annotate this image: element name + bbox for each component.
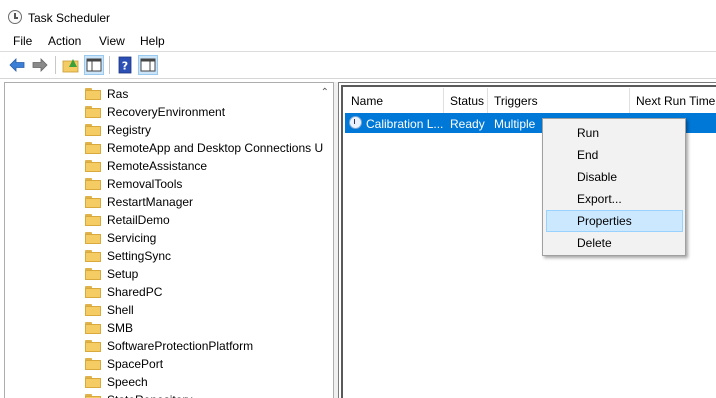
tree-item-folder[interactable]: RestartManager [85,193,325,211]
tree-item-label: RetailDemo [107,213,170,227]
window-title: Task Scheduler [28,11,111,25]
folder-icon [85,394,101,398]
folder-icon [85,232,101,244]
menu-bar: File Action View Help [0,30,716,52]
menu-view[interactable]: View [99,34,125,48]
task-status: Ready [450,117,485,131]
tree-item-folder[interactable]: Ras [85,85,325,103]
tree-item-label: Shell [107,303,134,317]
tree-item-folder[interactable]: SoftwareProtectionPlatform [85,337,325,355]
title-bar: Task Scheduler [0,0,716,30]
column-label: Name [351,94,384,108]
column-header-name[interactable]: Name [345,88,444,113]
task-name: Calibration L... [366,117,444,131]
toolbar-separator [109,56,110,74]
tree-item-folder[interactable]: RemovalTools [85,175,325,193]
tree-item-label: SharedPC [107,285,163,299]
folder-icon [85,106,101,118]
tree-item-label: Setup [107,267,139,281]
folder-icon [85,286,101,298]
column-header-next-run-time[interactable]: Next Run Time [630,88,716,113]
tree-item-folder[interactable]: Registry [85,121,325,139]
menu-item-label: Export... [577,192,622,206]
forward-arrow-icon[interactable] [30,55,50,75]
folder-icon [85,196,101,208]
menu-item-label: Disable [577,170,618,184]
menu-item-label: Properties [577,214,632,228]
tree-item-folder[interactable]: StateRepository [85,391,325,398]
tree-item-label: RemoteApp and Desktop Connections U [107,141,324,155]
svg-text:?: ? [122,60,128,73]
tree-item-label: RemovalTools [107,177,183,191]
tree-item-label: SoftwareProtectionPlatform [107,339,254,353]
tree-item-label: Servicing [107,231,157,245]
tree-item-folder[interactable]: SpacePort [85,355,325,373]
tree-item-folder[interactable]: RetailDemo [85,211,325,229]
menu-file[interactable]: File [13,34,32,48]
folder-icon [85,214,101,226]
task-context-menu: Run End Disable Export... Properties Del… [542,118,686,256]
folder-icon [85,322,101,334]
tree-item-folder[interactable]: RemoteAssistance [85,157,325,175]
task-scheduler-clock-icon [8,10,22,24]
menu-item-label: End [577,148,599,162]
menu-action[interactable]: Action [48,34,81,48]
menu-item-label: Delete [577,236,612,250]
menu-item-delete[interactable]: Delete [546,232,683,254]
tree-item-folder[interactable]: RecoveryEnvironment [85,103,325,121]
tree-item-label: SpacePort [107,357,164,371]
menu-item-properties[interactable]: Properties [546,210,683,232]
menu-item-export[interactable]: Export... [546,188,683,210]
menu-item-label: Run [577,126,600,140]
folder-icon [85,250,101,262]
folder-icon [85,160,101,172]
tree-item-folder[interactable]: Servicing [85,229,325,247]
folder-icon [85,142,101,154]
tree-item-folder[interactable]: Speech [85,373,325,391]
folder-icon [85,304,101,316]
tree-item-folder[interactable]: SettingSync [85,247,325,265]
action-pane-icon[interactable] [138,55,158,75]
folder-icon [85,88,101,100]
folder-icon [85,178,101,190]
tree-item-folder[interactable]: SharedPC [85,283,325,301]
tree-item-label: SettingSync [107,249,172,263]
menu-item-disable[interactable]: Disable [546,166,683,188]
show-hide-tree-icon[interactable] [84,55,104,75]
tree-item-label: Registry [107,123,152,137]
folder-icon [85,358,101,370]
folder-icon [85,268,101,280]
tree-item-label: RemoteAssistance [107,159,208,173]
column-label: Status [450,94,485,108]
back-arrow-icon[interactable] [7,55,27,75]
column-label: Next Run Time [636,94,716,108]
folder-icon [85,376,101,388]
column-header-status[interactable]: Status [444,88,488,113]
menu-help[interactable]: Help [140,34,165,48]
column-header-triggers[interactable]: Triggers [488,88,630,113]
help-icon[interactable]: ? [115,55,135,75]
tree-item-label: StateRepository [107,393,192,398]
tree-item-label: Ras [107,87,129,101]
console-tree-pane[interactable]: ⌃ Ras RecoveryEnvironment Registry RemoteAp… [4,82,334,398]
menu-item-run[interactable]: Run [546,122,683,144]
task-clock-icon [349,116,362,129]
tree-item-folder[interactable]: Setup [85,265,325,283]
tree-item-folder[interactable]: RemoteApp and Desktop Connections U [85,139,325,157]
tree-item-folder[interactable]: Shell [85,301,325,319]
toolbar: ? [0,52,716,79]
tree-item-label: Speech [107,375,148,389]
tree-item-label: RestartManager [107,195,194,209]
task-triggers: Multiple [494,117,536,131]
up-folder-icon[interactable] [61,55,81,75]
tree-item-folder[interactable]: SMB [85,319,325,337]
menu-item-end[interactable]: End [546,144,683,166]
folder-icon [85,124,101,136]
toolbar-separator [55,56,56,74]
tree-item-label: RecoveryEnvironment [107,105,226,119]
column-label: Triggers [494,94,538,108]
tree-item-label: SMB [107,321,134,335]
folder-icon [85,340,101,352]
